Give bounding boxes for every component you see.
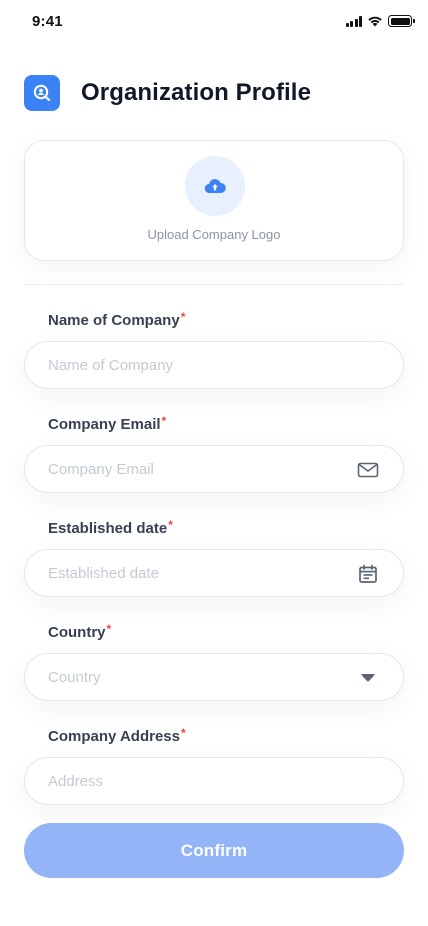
country-input[interactable] [48, 654, 348, 700]
cloud-upload-icon [204, 179, 226, 194]
company-email-label-text: Company Email [48, 416, 161, 433]
cellular-signal-icon [345, 15, 362, 27]
dropdown-caret-icon[interactable] [357, 667, 379, 689]
upload-logo-card[interactable]: Upload Company Logo [24, 140, 404, 261]
status-bar: 9:41 [0, 0, 428, 44]
wifi-icon [368, 16, 382, 27]
status-icons [345, 15, 415, 27]
company-address-label-text: Company Address [48, 728, 180, 745]
page-title: Organization Profile [81, 79, 312, 106]
required-marker: * [180, 726, 186, 740]
company-email-label: Company Email* [48, 414, 167, 433]
company-name-field[interactable] [24, 341, 404, 389]
confirm-button[interactable]: Confirm [24, 823, 404, 878]
page-header: Organization Profile [24, 75, 311, 111]
upload-logo-label: Upload Company Logo [147, 227, 281, 242]
required-marker: * [106, 622, 112, 636]
status-time: 9:41 [32, 13, 63, 30]
company-email-field[interactable] [24, 445, 404, 493]
company-address-input[interactable] [48, 758, 348, 804]
mail-icon [357, 459, 379, 481]
established-date-label: Established date* [48, 518, 173, 537]
section-divider [24, 284, 404, 285]
established-date-field[interactable] [24, 549, 404, 597]
required-marker: * [161, 414, 167, 428]
company-name-label: Name of Company* [48, 310, 186, 329]
company-address-label: Company Address* [48, 726, 186, 745]
company-name-label-text: Name of Company [48, 312, 180, 329]
country-label: Country* [48, 622, 112, 641]
upload-button[interactable] [185, 156, 245, 216]
established-date-label-text: Established date [48, 520, 168, 537]
established-date-input[interactable] [48, 550, 348, 596]
battery-icon [388, 15, 415, 27]
country-label-text: Country [48, 624, 106, 641]
company-address-field[interactable] [24, 757, 404, 805]
required-marker: * [168, 518, 173, 532]
company-name-input[interactable] [48, 342, 348, 388]
country-select[interactable] [24, 653, 404, 701]
required-marker: * [180, 310, 186, 324]
company-email-input[interactable] [48, 446, 348, 492]
search-badge-icon [24, 75, 60, 111]
calendar-icon[interactable] [357, 563, 379, 585]
